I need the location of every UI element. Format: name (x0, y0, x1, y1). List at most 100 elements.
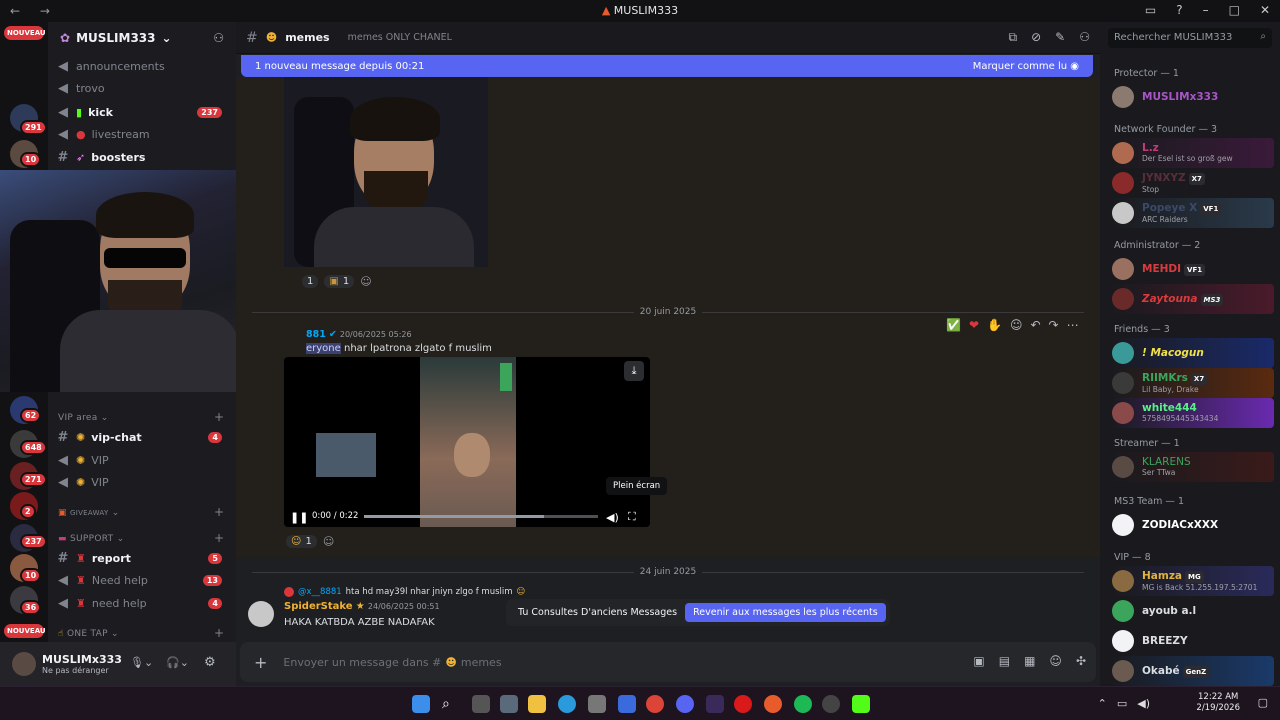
avatar[interactable] (12, 652, 36, 676)
member-item[interactable]: white444 5758495445343434 (1112, 398, 1274, 428)
new-messages-banner[interactable]: 1 nouveau message depuis 00:21 Marquer c… (241, 55, 1093, 77)
pin-icon[interactable]: ✎ (1055, 30, 1065, 45)
video-player[interactable]: ⤓ ❚❚ 0:00 / 0:22 ◀) ⛶ (284, 357, 650, 527)
brave-icon[interactable] (764, 695, 782, 713)
download-icon[interactable]: ⤓ (624, 361, 644, 381)
channel-report[interactable]: # ♜ report 5 (56, 548, 232, 568)
add-channel-icon[interactable]: + (214, 410, 224, 424)
message-image[interactable] (284, 77, 488, 267)
clock[interactable]: 12:22 AM 2/19/2026 (1196, 692, 1240, 714)
member-item[interactable]: Popeye X VF1 ARC Raiders (1112, 198, 1274, 228)
member-item[interactable]: Zaytouna MS3 (1112, 284, 1274, 314)
category-vip[interactable]: VIP area ⌄ (58, 413, 109, 423)
channel-vip-voice-2[interactable]: ◀ ✺ VIP (56, 472, 232, 492)
member-item[interactable]: ! Macogun (1112, 338, 1274, 368)
category-support[interactable]: ▬ SUPPORT ⌄ (58, 534, 124, 544)
close-icon[interactable]: ✕ (1260, 3, 1270, 17)
threads-icon[interactable]: ⧉ (1009, 30, 1018, 45)
reaction[interactable]: ☺ 1 (286, 535, 317, 548)
heart-icon[interactable]: ❤ (969, 318, 979, 332)
gear-icon[interactable]: ⚙ (204, 655, 216, 670)
channel-announcements[interactable]: ◀ announcements (56, 56, 232, 76)
add-channel-icon[interactable]: + (214, 626, 224, 640)
member-item[interactable]: ayoub a.l (1112, 596, 1274, 626)
avatar[interactable] (248, 601, 274, 627)
forward-icon[interactable]: ↷ (1049, 318, 1059, 332)
reaction[interactable]: 1 (302, 275, 319, 288)
more-icon[interactable]: ⋯ (1067, 318, 1079, 332)
gif-icon[interactable]: ▤ (999, 654, 1010, 668)
volume-icon[interactable]: ◀) (1137, 697, 1150, 710)
video-progress[interactable] (364, 515, 598, 518)
discord-icon[interactable] (676, 695, 694, 713)
server-header[interactable]: ✿ MUSLIM333 ⌄ ⚇ (48, 22, 236, 54)
mark-read-button[interactable]: Marquer comme lu ◉ (973, 61, 1079, 72)
member-item[interactable]: ZODIACxXXX (1112, 510, 1274, 540)
task-view-icon[interactable] (472, 695, 490, 713)
reaction[interactable]: ▣ 1 (324, 275, 355, 288)
category-one-tap[interactable]: ☝ ONE TAP ⌄ (58, 629, 119, 639)
gift-icon[interactable]: ▣ (973, 654, 984, 668)
mention[interactable]: eryone (306, 343, 341, 354)
sticker-icon[interactable]: ▦ (1024, 654, 1035, 668)
member-item[interactable]: MUSLIMx333 (1112, 82, 1274, 112)
minimize-icon[interactable]: – (1203, 3, 1209, 17)
kick-icon[interactable] (852, 695, 870, 713)
member-item[interactable]: BREEZY (1112, 626, 1274, 656)
chevron-up-icon[interactable]: ⌃ (1098, 697, 1107, 710)
member-item[interactable]: RIIMKrs X7 Lil Baby, Drake (1112, 368, 1274, 398)
channel-vip-voice[interactable]: ◀ ✺ VIP (56, 450, 232, 470)
bell-muted-icon[interactable]: ⊘ (1031, 30, 1041, 45)
members-icon[interactable]: ⚇ (1079, 30, 1090, 45)
channel-trovo[interactable]: ◀ trovo (56, 78, 232, 98)
member-item[interactable]: MEHDI VF1 (1112, 254, 1274, 284)
channel-boosters[interactable]: # ➶ boosters (56, 147, 232, 167)
add-reaction-icon[interactable]: ☺ (1010, 318, 1023, 332)
message-composer[interactable]: + Envoyer un message dans # ☻ memes ▣ ▤ … (240, 642, 1096, 682)
microphone-icon[interactable]: 🎙⌄ (130, 656, 153, 669)
opera-icon[interactable] (734, 695, 752, 713)
steam-icon[interactable] (822, 695, 840, 713)
add-channel-icon[interactable]: + (214, 531, 224, 545)
check-icon[interactable]: ✅ (946, 318, 961, 332)
edge-icon[interactable] (558, 695, 576, 713)
fullscreen-icon[interactable]: ⛶ (628, 510, 636, 524)
reply-reference[interactable]: @x__8881 hta hd may39l nhar jniyn zlgo f… (284, 587, 525, 597)
channel-need-help[interactable]: ◀ ♜ Need help 13 (56, 570, 232, 590)
member-item[interactable]: L.z Der Esel ist so groß gew (1112, 138, 1274, 168)
add-reaction-icon[interactable]: ☺ (323, 535, 334, 548)
member-item[interactable]: Okabé GenZ (1112, 656, 1274, 686)
maximize-icon[interactable]: □ (1229, 3, 1240, 17)
mail-icon[interactable] (618, 695, 636, 713)
channel-livestream[interactable]: ◀ ● livestream (56, 124, 232, 144)
inbox-icon[interactable]: ▭ (1145, 3, 1156, 17)
apps-icon[interactable]: ✣ (1076, 654, 1086, 668)
store-icon[interactable] (588, 695, 606, 713)
search-input[interactable]: Rechercher MUSLIM333 ⌕ (1108, 28, 1272, 48)
nzxt-icon[interactable] (706, 695, 724, 713)
headphones-icon[interactable]: 🎧⌄ (166, 656, 189, 669)
member-item[interactable]: KLARENS Ser TTwa (1112, 452, 1274, 482)
start-icon[interactable] (412, 695, 430, 713)
pause-icon[interactable]: ❚❚ (290, 511, 308, 524)
category-giveaway[interactable]: ▣ GIVEAWAY ⌄ (58, 508, 120, 518)
channel-vip-chat[interactable]: # ✺ vip-chat 4 (56, 427, 232, 447)
attach-plus-icon[interactable]: + (254, 653, 267, 672)
message-author[interactable]: SpiderStake (284, 601, 353, 612)
network-icon[interactable]: ▭ (1117, 697, 1127, 710)
notification-icon[interactable]: ▢ (1258, 696, 1268, 709)
message-author[interactable]: 881 (306, 329, 326, 340)
member-item[interactable]: Hamza MG MG is Back 51.255.197.5:2701 (1112, 566, 1274, 596)
chrome-icon[interactable] (646, 695, 664, 713)
volume-icon[interactable]: ◀) (606, 511, 619, 524)
help-icon[interactable]: ? (1176, 3, 1182, 17)
settings-icon[interactable] (500, 695, 518, 713)
spotify-icon[interactable] (794, 695, 812, 713)
emoji-picker-icon[interactable]: ☺ (1049, 654, 1062, 668)
add-channel-icon[interactable]: + (214, 505, 224, 519)
add-member-icon[interactable]: ⚇ (213, 31, 224, 45)
channel-kick[interactable]: ◀ ▮ kick 237 (56, 102, 232, 122)
member-item[interactable]: JYNXYZ X7 Stop (1112, 168, 1274, 198)
folder-icon[interactable] (528, 695, 546, 713)
add-reaction-icon[interactable]: ☺ (360, 275, 371, 288)
